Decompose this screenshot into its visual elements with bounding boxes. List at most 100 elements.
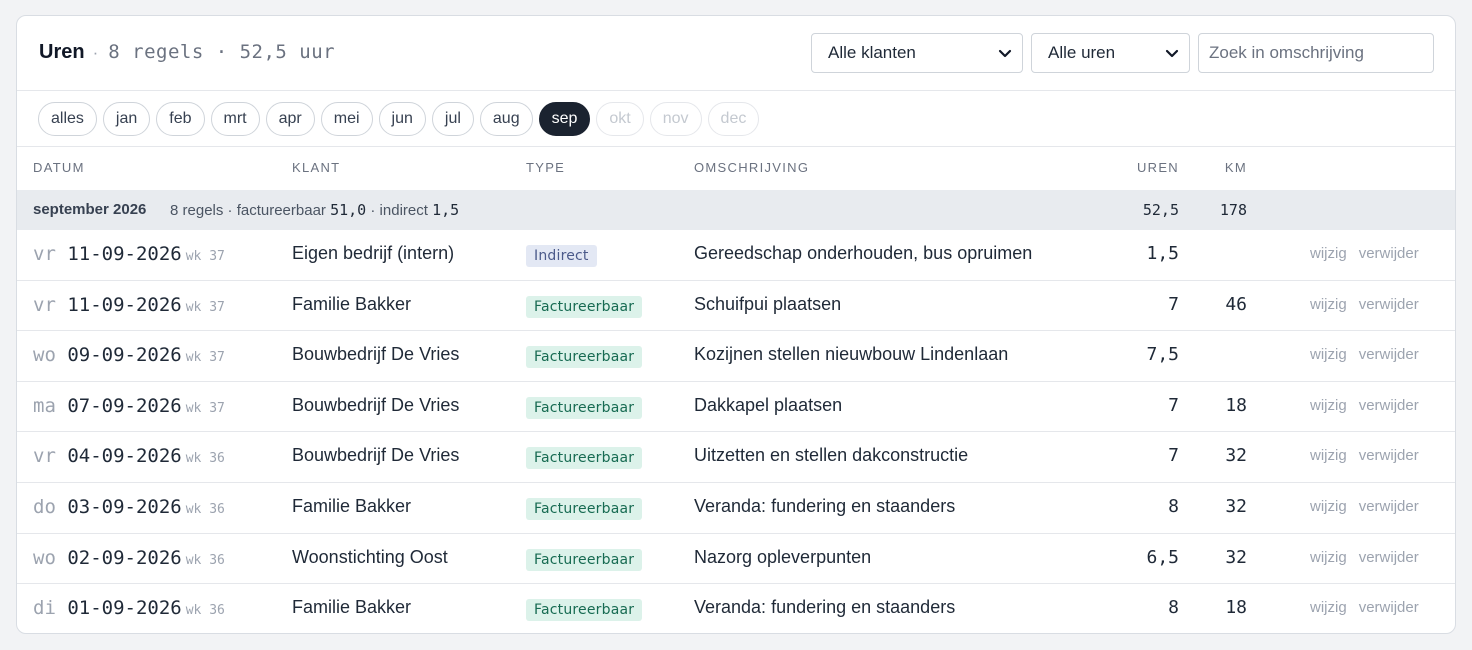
type-badge: Indirect xyxy=(526,245,597,267)
col-datum[interactable]: DATUM xyxy=(33,160,85,175)
row-date-value: 01-09-2026 xyxy=(67,597,182,620)
month-pill-mei[interactable]: mei xyxy=(320,101,373,136)
type-badge: Factureerbaar xyxy=(526,599,643,622)
row-week: wk 37 xyxy=(185,249,225,264)
group-info-mid: · indirect xyxy=(370,202,428,219)
table-row: di 01-09-2026 wk 36 Familie Bakker Facturee… xyxy=(17,584,1455,633)
row-actions: wijzig verwijder xyxy=(1310,296,1419,313)
row-km: 46 xyxy=(1225,293,1247,315)
group-factureerbaar: 51,0 xyxy=(330,201,367,219)
delete-link[interactable]: verwijder xyxy=(1359,549,1419,566)
uren-select-value: Alle uren xyxy=(1048,43,1116,62)
month-pill-mrt[interactable]: mrt xyxy=(210,101,260,136)
row-uren: 1,5 xyxy=(1146,243,1179,264)
row-klant: Familie Bakker xyxy=(292,495,412,516)
month-pill-jul[interactable]: jul xyxy=(431,101,474,136)
card-header: Uren · 8 regels · 52,5 uur Alle klanten … xyxy=(17,16,1455,91)
delete-link[interactable]: verwijder xyxy=(1359,397,1419,414)
row-date-value: 02-09-2026 xyxy=(67,546,182,569)
search-input[interactable] xyxy=(1198,33,1434,73)
row-week: wk 36 xyxy=(185,552,225,568)
type-badge: Factureerbaar xyxy=(526,396,643,419)
month-pill-alles[interactable]: alles xyxy=(38,101,97,136)
group-info: 8 regels · factureerbaar 51,0 · indirect… xyxy=(170,201,459,219)
delete-link[interactable]: verwijder xyxy=(1359,599,1419,616)
row-type: Factureerbaar xyxy=(526,497,643,520)
row-date: ma 07-09-2026 wk 37 xyxy=(33,395,225,417)
edit-link[interactable]: wijzig xyxy=(1310,397,1347,414)
row-omschrijving: Kozijnen stellen nieuwbouw Lindenlaan xyxy=(694,344,1009,365)
delete-link[interactable]: verwijder xyxy=(1359,245,1419,262)
row-week: wk 37 xyxy=(185,400,225,416)
title-separator: · xyxy=(92,43,99,62)
col-km[interactable]: KM xyxy=(1197,160,1247,175)
month-pill-aug[interactable]: aug xyxy=(479,101,533,136)
delete-link[interactable]: verwijder xyxy=(1359,447,1419,464)
delete-link[interactable]: verwijder xyxy=(1359,296,1419,313)
row-date: do 03-09-2026 wk 36 xyxy=(33,496,225,518)
table-row: ma 07-09-2026 wk 37 Bouwbedrijf De Vries Fa… xyxy=(17,382,1455,433)
row-klant: Bouwbedrijf De Vries xyxy=(292,445,460,466)
row-date-value: 03-09-2026 xyxy=(67,495,182,518)
type-badge: Factureerbaar xyxy=(526,295,643,318)
month-pill-jun[interactable]: jun xyxy=(378,101,426,136)
row-actions: wijzig verwijder xyxy=(1310,498,1419,515)
table-header: DATUM KLANT TYPE OMSCHRIJVING UREN KM xyxy=(17,147,1455,190)
month-pill-jan[interactable]: jan xyxy=(102,101,151,136)
edit-link[interactable]: wijzig xyxy=(1310,498,1347,515)
row-omschrijving: Veranda: fundering en staanders xyxy=(694,495,956,516)
klant-select-value: Alle klanten xyxy=(828,43,916,62)
month-pill-feb[interactable]: feb xyxy=(156,101,205,136)
row-weekday: vr xyxy=(33,243,56,265)
row-type: Factureerbaar xyxy=(526,599,643,622)
edit-link[interactable]: wijzig xyxy=(1310,599,1347,616)
table-row: vr 11-09-2026 wk 37 Familie Bakker Facturee… xyxy=(17,281,1455,332)
row-date: vr 11-09-2026 wk 37 xyxy=(33,294,225,316)
chevron-down-icon xyxy=(998,49,1012,58)
month-group-summary: september 2026 8 regels · factureerbaar … xyxy=(17,190,1455,230)
title-wrap: Uren · 8 regels · 52,5 uur xyxy=(39,41,335,64)
row-actions: wijzig verwijder xyxy=(1310,346,1419,363)
month-pill-nov: nov xyxy=(649,101,702,136)
col-omschrijving[interactable]: OMSCHRIJVING xyxy=(694,160,809,175)
group-total-uren: 52,5 xyxy=(1142,201,1179,219)
row-date: wo 09-09-2026 wk 37 xyxy=(33,344,225,366)
row-weekday: do xyxy=(33,495,56,518)
month-pill-okt: okt xyxy=(596,101,644,136)
type-badge: Factureerbaar xyxy=(526,548,643,571)
row-omschrijving: Schuifpui plaatsen xyxy=(694,293,842,314)
edit-link[interactable]: wijzig xyxy=(1310,245,1347,262)
row-uren: 7 xyxy=(1168,394,1179,416)
month-filter: alles jan feb mrt apr mei jun jul aug sep okt nov de… xyxy=(17,91,1455,147)
row-klant: Eigen bedrijf (intern) xyxy=(292,243,455,263)
row-week: wk 36 xyxy=(185,603,225,619)
group-title: september 2026 xyxy=(33,201,147,218)
row-uren: 7 xyxy=(1168,445,1179,467)
row-uren: 8 xyxy=(1168,495,1179,517)
row-week: wk 36 xyxy=(185,501,225,517)
row-actions: wijzig verwijder xyxy=(1310,397,1419,414)
delete-link[interactable]: verwijder xyxy=(1359,498,1419,515)
row-date: wo 02-09-2026 wk 36 xyxy=(33,547,225,569)
row-uren: 7 xyxy=(1168,293,1179,315)
type-badge: Factureerbaar xyxy=(526,497,643,520)
hours-card: Uren · 8 regels · 52,5 uur Alle klanten … xyxy=(16,15,1456,634)
col-uren[interactable]: UREN xyxy=(1117,160,1179,175)
uren-select[interactable]: Alle uren xyxy=(1031,33,1190,73)
col-type[interactable]: TYPE xyxy=(526,160,565,175)
edit-link[interactable]: wijzig xyxy=(1310,549,1347,566)
row-type: Factureerbaar xyxy=(526,447,643,470)
klant-select[interactable]: Alle klanten xyxy=(811,33,1023,73)
month-pill-apr[interactable]: apr xyxy=(265,101,315,136)
row-weekday: di xyxy=(33,597,56,620)
delete-link[interactable]: verwijder xyxy=(1359,346,1419,363)
col-klant[interactable]: KLANT xyxy=(292,160,340,175)
month-pill-sep[interactable]: sep xyxy=(538,101,591,136)
row-klant: Woonstichting Oost xyxy=(292,546,448,567)
edit-link[interactable]: wijzig xyxy=(1310,296,1347,313)
row-omschrijving: Gereedschap onderhouden, bus opruimen xyxy=(694,243,1033,263)
edit-link[interactable]: wijzig xyxy=(1310,346,1347,363)
type-badge: Factureerbaar xyxy=(526,346,643,369)
row-weekday: wo xyxy=(33,546,56,569)
edit-link[interactable]: wijzig xyxy=(1310,447,1347,464)
